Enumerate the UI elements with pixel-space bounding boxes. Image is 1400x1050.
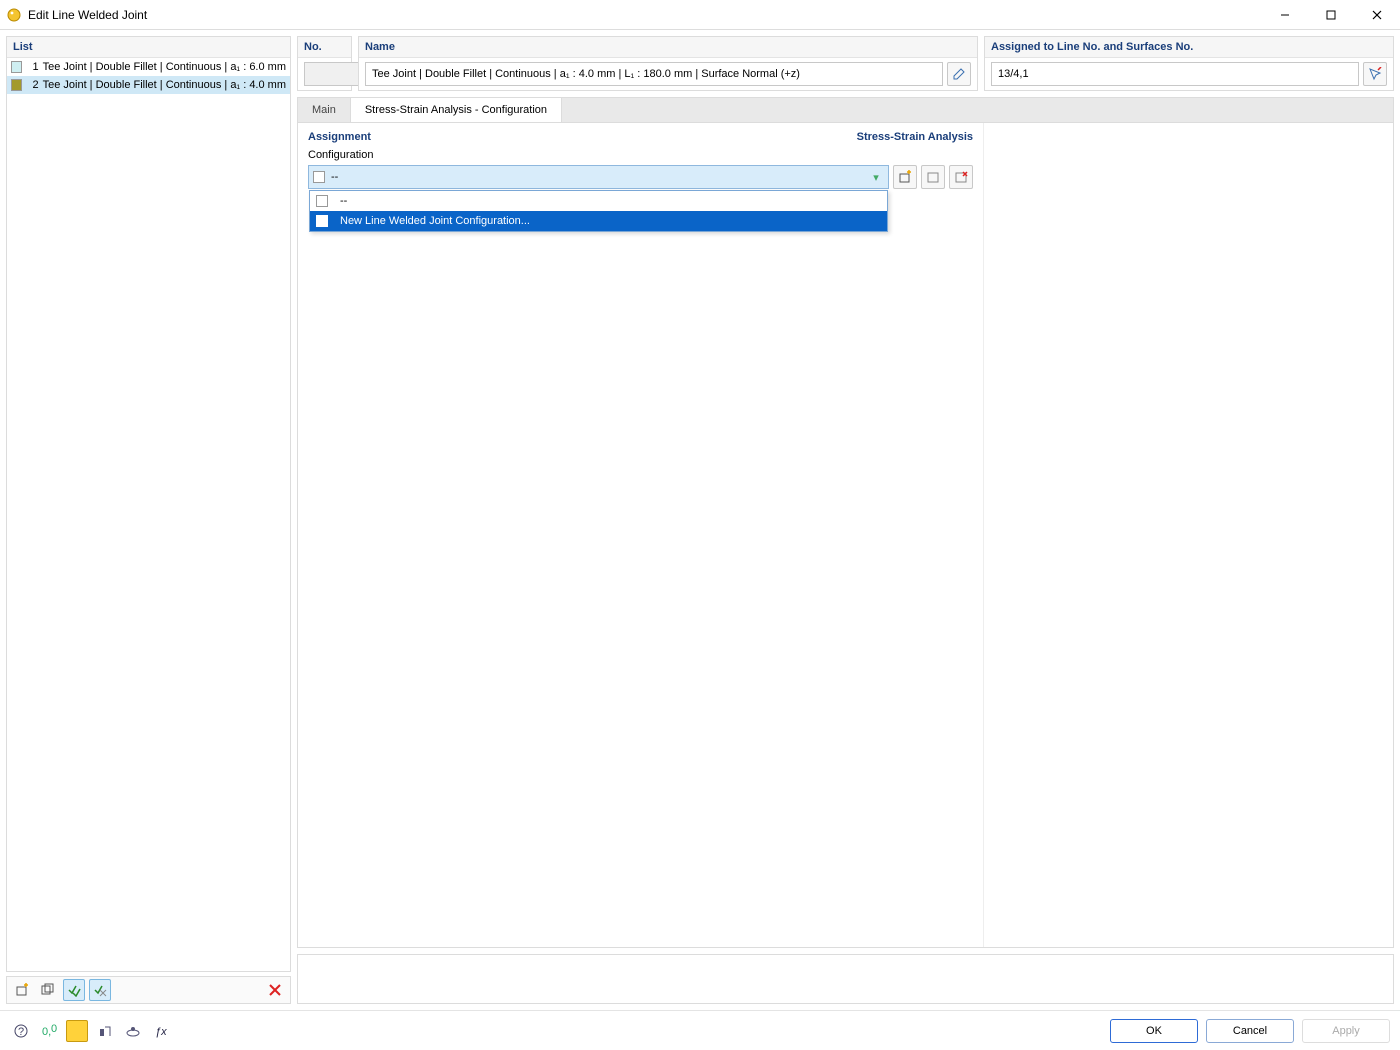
svg-text:0,: 0, (42, 1026, 51, 1038)
list-item-label: Tee Joint | Double Fillet | Continuous |… (43, 79, 286, 91)
dropdown-option-new-config[interactable]: New Line Welded Joint Configuration... (310, 211, 887, 231)
close-button[interactable] (1354, 0, 1400, 30)
dialog-footer: ? 0,00 ƒx OK Cancel Apply (0, 1010, 1400, 1050)
svg-text:?: ? (18, 1026, 24, 1038)
no-label: No. (298, 37, 351, 58)
delete-item-button[interactable] (264, 979, 286, 1001)
view-button[interactable] (122, 1020, 144, 1042)
preview-pane (983, 123, 1393, 947)
new-config-button[interactable] (893, 165, 917, 189)
list-item-number: 2 (26, 79, 39, 91)
open-config-button[interactable] (921, 165, 945, 189)
tab-stress-strain-config[interactable]: Stress-Strain Analysis - Configuration (351, 98, 562, 122)
dropdown-option-none[interactable]: -- (310, 191, 887, 211)
titlebar: Edit Line Welded Joint (0, 0, 1400, 30)
configuration-label: Configuration (308, 149, 973, 161)
svg-text:ƒx: ƒx (155, 1026, 167, 1038)
display-mode-button[interactable] (94, 1020, 116, 1042)
list-item-number: 1 (26, 61, 39, 73)
pick-in-view-button[interactable] (1363, 62, 1387, 86)
units-button[interactable]: 0,00 (38, 1020, 60, 1042)
option-label: -- (340, 195, 347, 207)
list-header: List (7, 37, 290, 58)
stress-strain-analysis-link[interactable]: Stress-Strain Analysis (857, 131, 973, 143)
maximize-button[interactable] (1308, 0, 1354, 30)
delete-config-button[interactable] (949, 165, 973, 189)
tab-strip: Main Stress-Strain Analysis - Configurat… (297, 97, 1394, 122)
joint-list[interactable]: 1 Tee Joint | Double Fillet | Continuous… (7, 58, 290, 971)
color-button[interactable] (66, 1020, 88, 1042)
list-item[interactable]: 2 Tee Joint | Double Fillet | Continuous… (7, 76, 290, 94)
name-label: Name (359, 37, 977, 58)
details-footer-pane (297, 954, 1394, 1004)
app-icon (6, 7, 22, 23)
tab-main[interactable]: Main (298, 98, 351, 122)
combo-selected-text: -- (331, 171, 868, 183)
apply-button: Apply (1302, 1019, 1390, 1043)
svg-text:00: 00 (51, 1024, 57, 1035)
assigned-field[interactable] (991, 62, 1359, 86)
option-swatch (316, 215, 328, 227)
configuration-dropdown[interactable]: -- New Line Welded Joint Configuration..… (309, 190, 888, 232)
cancel-button[interactable]: Cancel (1206, 1019, 1294, 1043)
uncheck-all-button[interactable] (89, 979, 111, 1001)
list-toolbar (6, 976, 291, 1004)
check-all-button[interactable] (63, 979, 85, 1001)
combo-swatch (313, 171, 325, 183)
option-label: New Line Welded Joint Configuration... (340, 215, 530, 227)
edit-name-button[interactable] (947, 62, 971, 86)
ok-button[interactable]: OK (1110, 1019, 1198, 1043)
help-button[interactable]: ? (10, 1020, 32, 1042)
list-item[interactable]: 1 Tee Joint | Double Fillet | Continuous… (7, 58, 290, 76)
name-field[interactable] (365, 62, 943, 86)
window-title: Edit Line Welded Joint (28, 8, 1262, 22)
assignment-heading: Assignment (308, 131, 371, 143)
chevron-down-icon: ▾ (868, 171, 884, 184)
minimize-button[interactable] (1262, 0, 1308, 30)
new-item-button[interactable] (11, 979, 33, 1001)
script-button[interactable]: ƒx (150, 1020, 172, 1042)
list-item-label: Tee Joint | Double Fillet | Continuous |… (43, 61, 286, 73)
configuration-combo[interactable]: -- ▾ -- New Line Welded Joint Configurat… (308, 165, 889, 189)
duplicate-item-button[interactable] (37, 979, 59, 1001)
color-swatch (11, 61, 22, 73)
assigned-label: Assigned to Line No. and Surfaces No. (985, 37, 1393, 58)
color-swatch (11, 79, 22, 91)
option-swatch (316, 195, 328, 207)
